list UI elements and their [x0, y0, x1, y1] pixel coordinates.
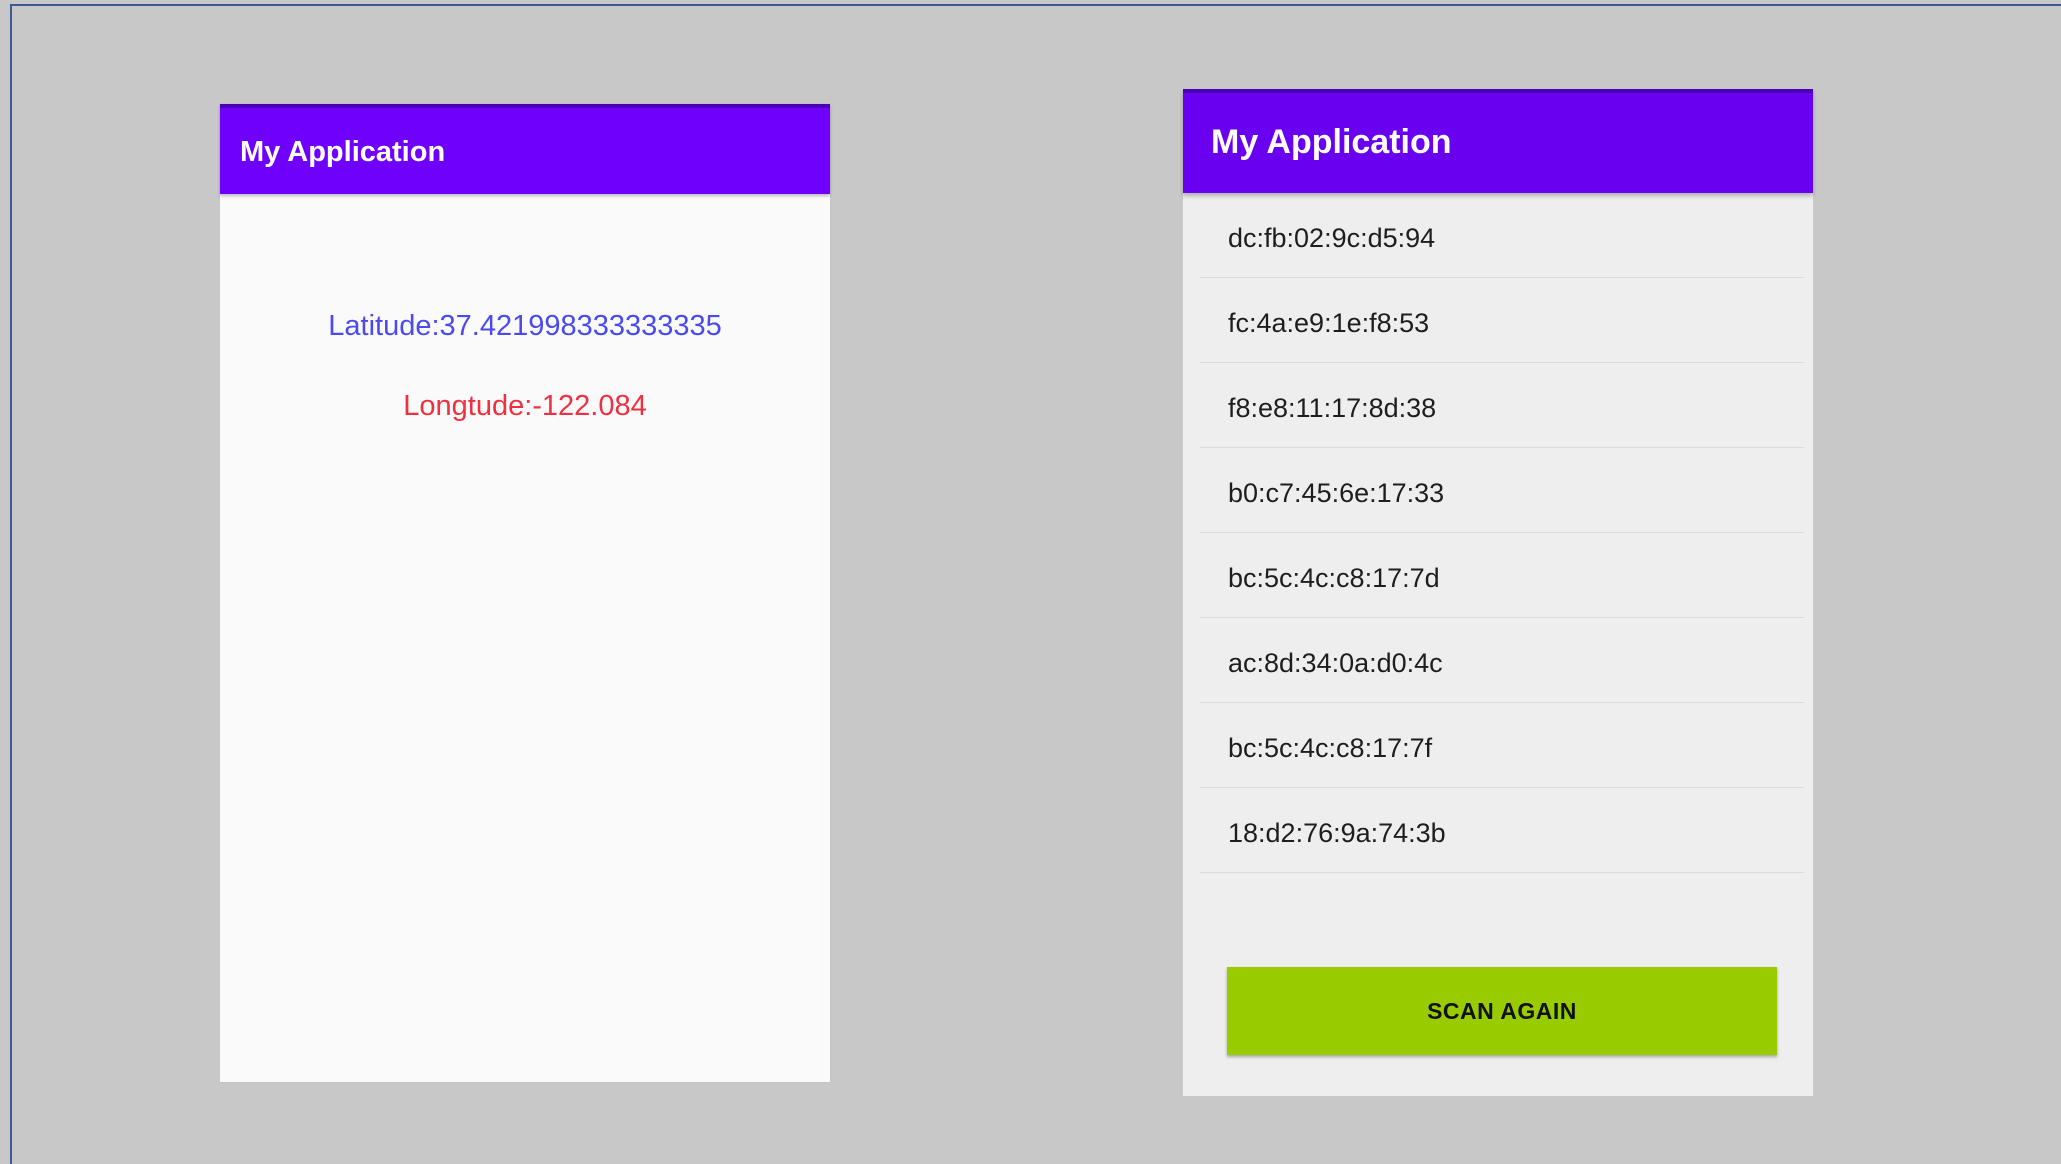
- mac-address: dc:fb:02:9c:d5:94: [1228, 223, 1436, 253]
- app-title: My Application: [240, 136, 446, 168]
- mac-address: b0:c7:45:6e:17:33: [1228, 478, 1445, 508]
- list-item[interactable]: b0:c7:45:6e:17:33: [1200, 448, 1804, 533]
- mac-address-list: dc:fb:02:9c:d5:94 fc:4a:e9:1e:f8:53 f8:e…: [1200, 193, 1804, 873]
- scan-again-button[interactable]: SCAN AGAIN: [1227, 967, 1777, 1055]
- app-title: My Application: [1211, 123, 1452, 161]
- list-item[interactable]: 18:d2:76:9a:74:3b: [1200, 788, 1804, 873]
- mac-address: 18:d2:76:9a:74:3b: [1228, 818, 1446, 848]
- scan-screen: My Application dc:fb:02:9c:d5:94 fc:4a:e…: [1183, 89, 1813, 1096]
- list-item[interactable]: f8:e8:11:17:8d:38: [1200, 363, 1804, 448]
- location-screen: My Application Latitude:37.4219983333333…: [220, 104, 830, 1082]
- app-bar: My Application: [1183, 89, 1813, 193]
- latitude-text: Latitude:37.421998333333335: [328, 310, 722, 342]
- list-item[interactable]: bc:5c:4c:c8:17:7d: [1200, 533, 1804, 618]
- app-bar: My Application: [220, 104, 830, 194]
- longitude-text: Longtude:-122.084: [403, 390, 647, 422]
- mac-address: ac:8d:34:0a:d0:4c: [1228, 648, 1443, 678]
- mac-address: bc:5c:4c:c8:17:7f: [1228, 733, 1433, 763]
- figure-canvas: My Application Latitude:37.4219983333333…: [10, 4, 2061, 1164]
- mac-address: fc:4a:e9:1e:f8:53: [1228, 308, 1430, 338]
- list-item[interactable]: bc:5c:4c:c8:17:7f: [1200, 703, 1804, 788]
- mac-address: bc:5c:4c:c8:17:7d: [1228, 563, 1440, 593]
- list-item[interactable]: ac:8d:34:0a:d0:4c: [1200, 618, 1804, 703]
- list-item[interactable]: dc:fb:02:9c:d5:94: [1200, 193, 1804, 278]
- list-item[interactable]: fc:4a:e9:1e:f8:53: [1200, 278, 1804, 363]
- mac-address: f8:e8:11:17:8d:38: [1228, 393, 1437, 423]
